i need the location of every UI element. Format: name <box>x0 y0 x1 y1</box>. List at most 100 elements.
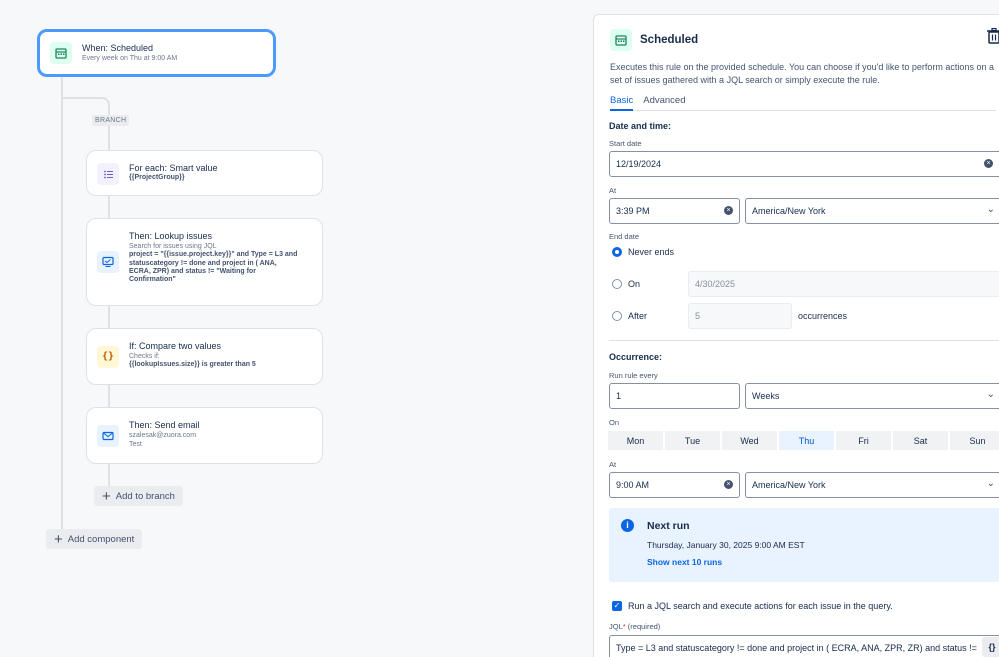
braces-icon: {} <box>97 345 119 368</box>
tab-basic[interactable]: Basic <box>610 95 634 112</box>
day-thu[interactable]: Thu <box>779 431 834 450</box>
start-date-value: 12/19/2024 <box>616 159 662 169</box>
trash-icon[interactable] <box>987 27 999 44</box>
start-timezone-select[interactable]: America/New York ⌄ <box>745 198 999 224</box>
lookup-jql-line: Confirmation" <box>129 276 176 284</box>
main-connector <box>61 77 63 529</box>
add-component-button[interactable]: + Add component <box>46 529 143 549</box>
never-ends-label: Never ends <box>628 247 675 257</box>
panel-tabs: Basic Advanced <box>610 95 996 112</box>
lookup-jql-line: statuscategory != done and project in ( … <box>129 259 277 267</box>
end-on-label: On <box>628 279 641 289</box>
for-each-value: {{ProjectGroup}} <box>129 173 185 181</box>
run-time-label: At <box>609 460 617 469</box>
occurrence-heading: Occurrence: <box>609 352 663 362</box>
date-time-heading: Date and time: <box>609 121 672 131</box>
smart-value-button[interactable]: {} <box>982 637 999 657</box>
send-email-card[interactable]: Then: Send email szalesak@zuora.com Test <box>86 407 323 464</box>
end-after-count-value: 5 <box>695 311 701 321</box>
start-time-label: At <box>609 186 617 195</box>
email-to: szalesak@zuora.com <box>129 431 197 439</box>
start-time-value: 3:39 PM <box>616 206 650 216</box>
required-text: (required) <box>627 622 661 631</box>
jql-label-text: JQL <box>609 622 623 631</box>
jql-value: Type = L3 and statuscategory != done and… <box>616 643 977 653</box>
description-line: set of issues gathered with a JQL search… <box>610 75 880 86</box>
run-timezone-value: America/New York <box>752 480 826 490</box>
chevron-down-icon: ⌄ <box>986 478 995 489</box>
start-date-input[interactable]: 12/19/2024 × <box>609 151 999 177</box>
show-next-runs-link[interactable]: Show next 10 runs <box>647 557 722 567</box>
automation-canvas: When: Scheduled Every week on Thu at 9:0… <box>0 0 999 657</box>
email-icon <box>97 424 119 447</box>
run-unit-select[interactable]: Weeks ⌄ <box>745 383 999 409</box>
run-time-value: 9:00 AM <box>616 480 650 490</box>
list-icon <box>97 163 119 185</box>
lookup-jql-line: ECRA, ZPR) and status != "Waiting for <box>129 267 256 275</box>
never-ends-radio[interactable] <box>612 247 622 257</box>
start-date-label: Start date <box>609 139 642 148</box>
run-timezone-select[interactable]: America/New York ⌄ <box>745 472 999 498</box>
description-line: Executes this rule on the provided sched… <box>610 62 994 72</box>
run-jql-checkbox[interactable]: ✓ <box>612 601 622 611</box>
email-subject: Test <box>129 441 142 449</box>
end-after-count-input[interactable]: 5 <box>688 303 792 329</box>
clear-icon[interactable]: × <box>724 206 733 215</box>
monitor-icon <box>97 251 119 273</box>
end-after-radio[interactable] <box>612 311 622 321</box>
calendar-icon <box>610 29 632 51</box>
end-on-date-value: 4/30/2025 <box>695 279 736 289</box>
info-icon: i <box>621 519 634 532</box>
email-title: Then: Send email <box>129 420 200 430</box>
lookup-title: Then: Lookup issues <box>129 231 213 241</box>
for-each-card[interactable]: For each: Smart value {{ProjectGroup}} <box>86 150 323 196</box>
trigger-subtitle: Every week on Thu at 9:00 AM <box>82 54 178 62</box>
next-run-box: i Next run Thursday, January 30, 2025 9:… <box>609 508 999 582</box>
jql-label: JQL* (required) <box>609 622 660 631</box>
panel-title: Scheduled <box>640 34 699 46</box>
plus-icon: + <box>54 530 63 548</box>
run-every-input[interactable]: 1 <box>609 383 740 409</box>
trigger-title: When: Scheduled <box>82 42 154 53</box>
end-date-label: End date <box>609 232 640 241</box>
end-on-radio[interactable] <box>612 279 622 289</box>
day-sat[interactable]: Sat <box>893 431 948 450</box>
day-wed[interactable]: Wed <box>722 431 777 450</box>
end-on-date-input[interactable]: 4/30/2025 <box>688 271 999 297</box>
next-run-title: Next run <box>647 520 690 532</box>
compare-title: If: Compare two values <box>129 341 222 351</box>
add-to-branch-button[interactable]: + Add to branch <box>94 486 183 506</box>
chevron-down-icon: ⌄ <box>986 204 995 215</box>
required-star: * <box>622 622 626 631</box>
compare-condition: {{lookupIssues.size}} is greater than 5 <box>129 361 256 369</box>
start-timezone-value: America/New York <box>752 206 826 216</box>
section-divider <box>609 340 999 341</box>
add-to-branch-label: Add to branch <box>115 490 175 502</box>
panel-description: Executes this rule on the provided sched… <box>610 61 999 87</box>
run-unit-value: Weeks <box>752 391 780 401</box>
next-run-value: Thursday, January 30, 2025 9:00 AM EST <box>647 540 805 550</box>
start-time-input[interactable]: 3:39 PM × <box>609 198 740 224</box>
end-after-label: After <box>628 311 648 321</box>
branch-curve <box>94 97 110 113</box>
day-fri[interactable]: Fri <box>836 431 891 450</box>
plus-icon: + <box>102 487 111 505</box>
lookup-issues-card[interactable]: Then: Lookup issues Search for issues us… <box>86 218 323 306</box>
calendar-icon <box>50 42 72 64</box>
occurrences-label: occurrences <box>798 311 848 321</box>
day-mon[interactable]: Mon <box>608 431 663 450</box>
day-tue[interactable]: Tue <box>665 431 720 450</box>
run-every-label: Run rule every <box>609 371 658 380</box>
compare-values-card[interactable]: {} If: Compare two values Checks if: {{l… <box>86 328 323 385</box>
run-time-input[interactable]: 9:00 AM × <box>609 472 740 498</box>
run-jql-label: Run a JQL search and execute actions for… <box>628 601 893 611</box>
clear-icon[interactable]: × <box>984 159 993 168</box>
tab-advanced[interactable]: Advanced <box>643 95 685 111</box>
jql-input[interactable]: Type = L3 and statuscategory != done and… <box>609 635 999 657</box>
trigger-scheduled-card[interactable]: When: Scheduled Every week on Thu at 9:0… <box>37 29 276 77</box>
clear-icon[interactable]: × <box>724 480 733 489</box>
day-selector: Mon Tue Wed Thu Fri Sat Sun <box>608 431 999 450</box>
day-sun[interactable]: Sun <box>950 431 999 450</box>
braces-icon: {} <box>988 642 996 652</box>
branch-badge: BRANCH <box>92 115 130 126</box>
